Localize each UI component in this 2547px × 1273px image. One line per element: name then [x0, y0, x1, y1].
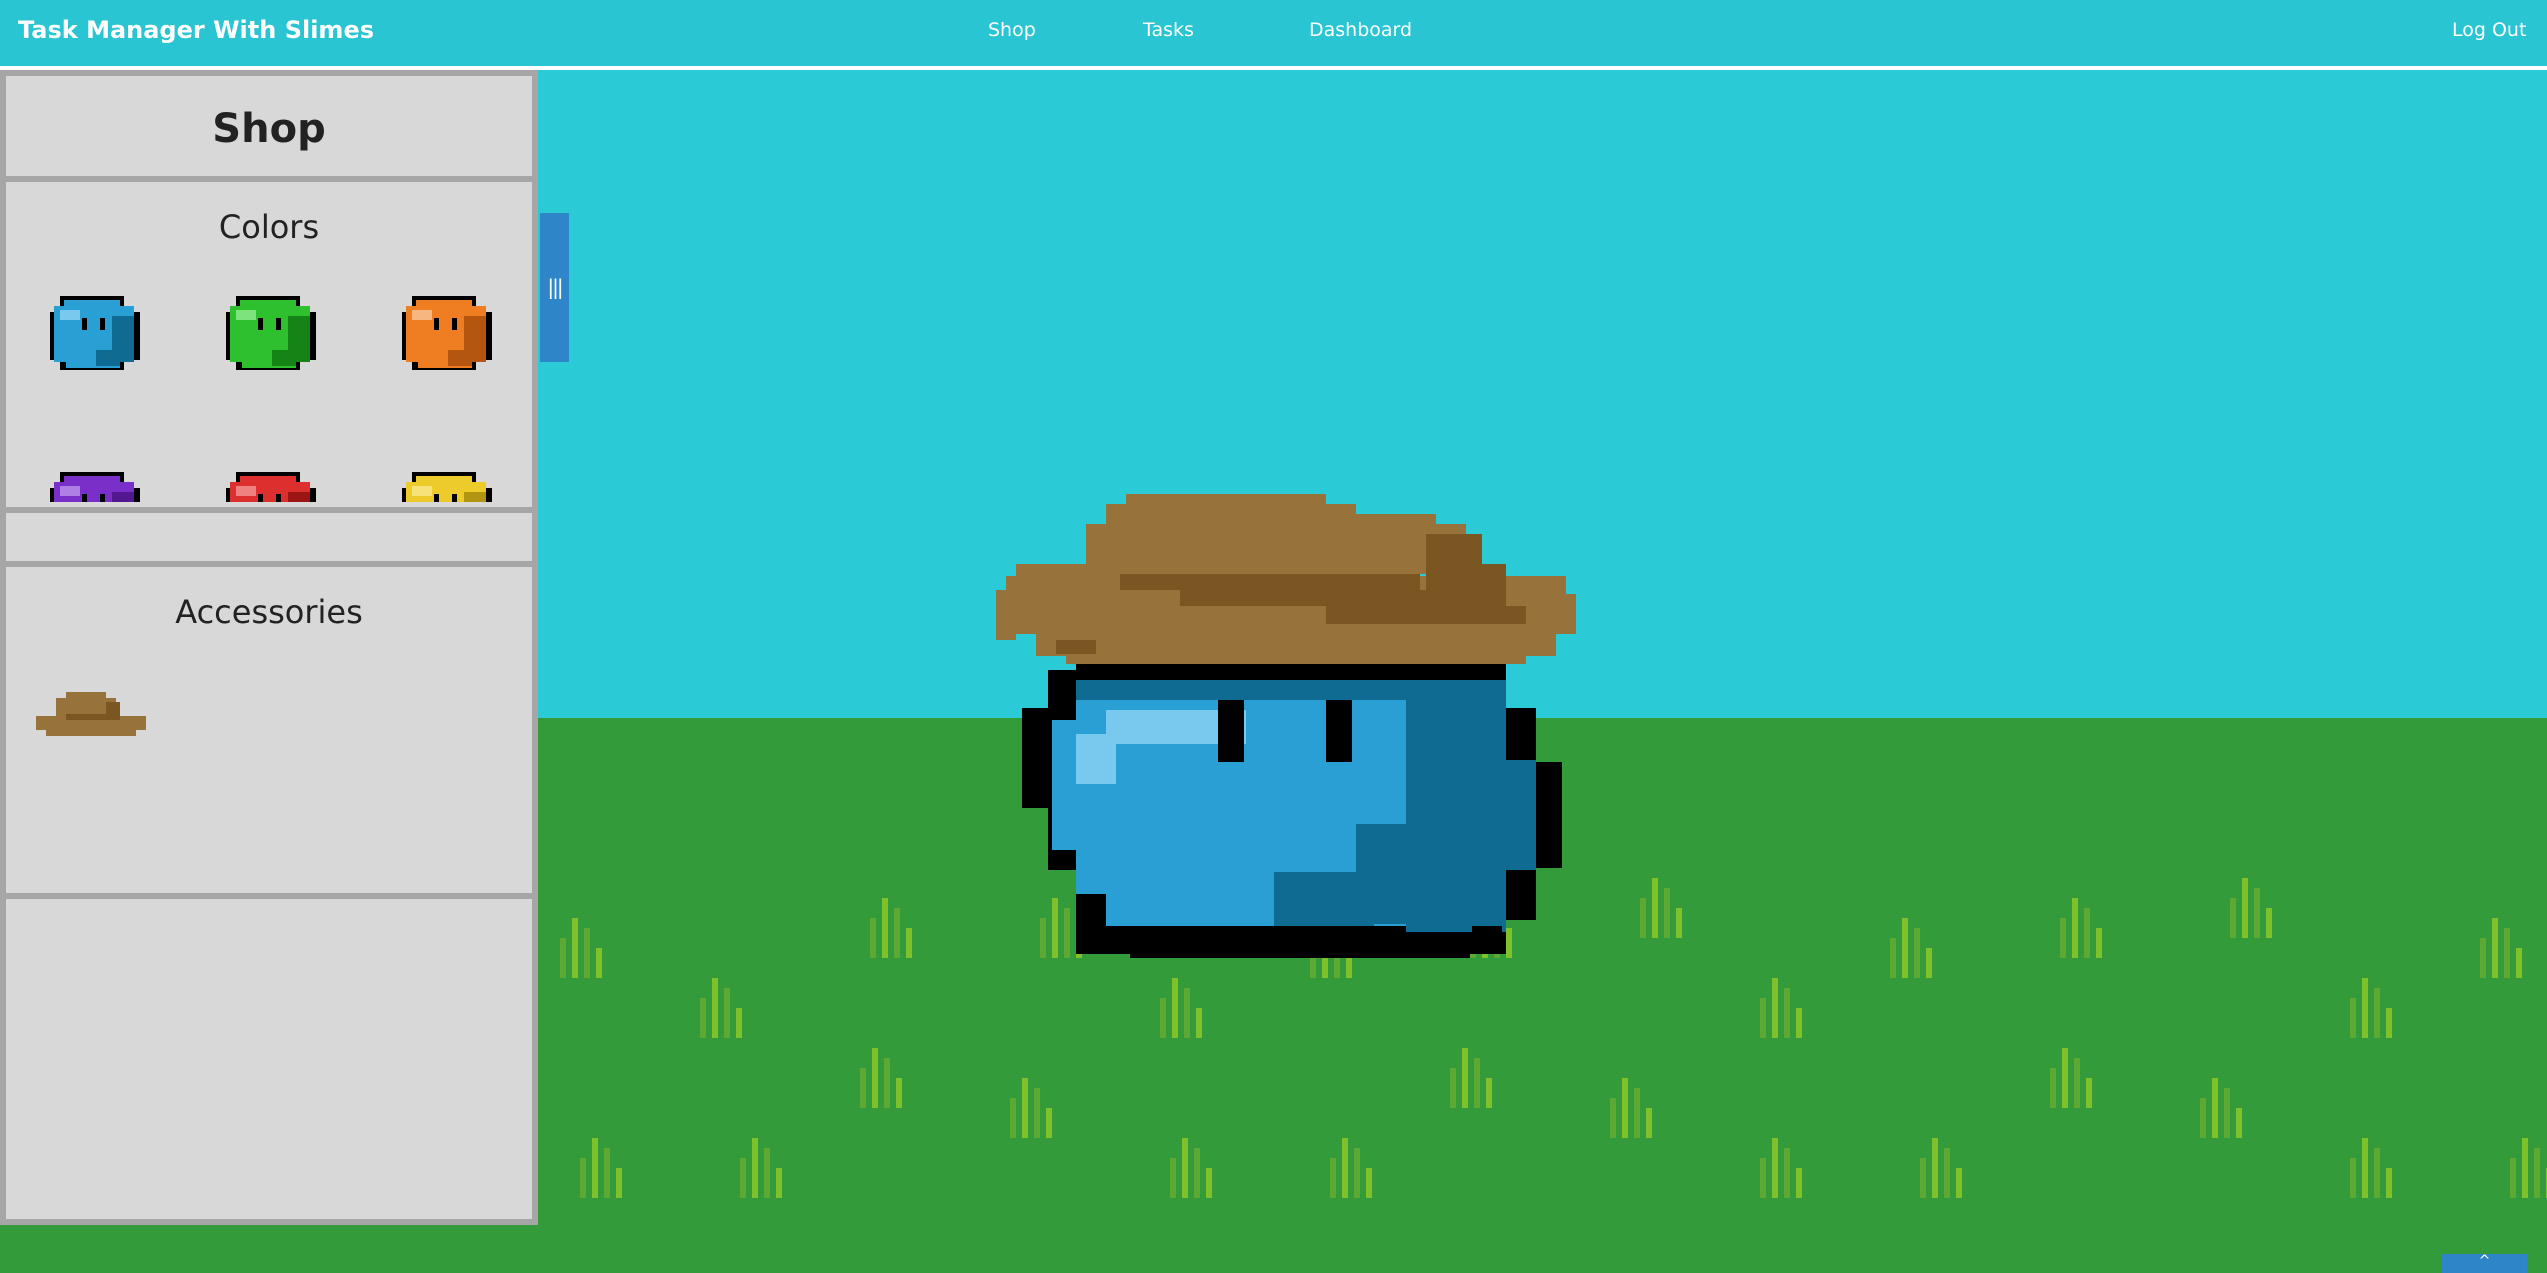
- grass-tuft: [1920, 1138, 1962, 1198]
- nav-tasks-link[interactable]: Tasks: [1143, 19, 1194, 41]
- empty-panel-section: [6, 899, 532, 1219]
- color-swatch-green[interactable]: [222, 292, 322, 372]
- grass-tuft: [1010, 1078, 1052, 1138]
- shop-header: Shop: [6, 76, 532, 176]
- colors-scroll-area[interactable]: [6, 513, 532, 561]
- shop-panel: Shop Colors Accessories: [0, 70, 538, 1225]
- slime-right-eye: [1326, 700, 1352, 762]
- colors-title: Colors: [218, 208, 320, 246]
- app-title[interactable]: Task Manager With Slimes: [18, 16, 374, 44]
- panel-collapse-handle[interactable]: |||: [540, 213, 569, 362]
- accessories-title: Accessories: [175, 593, 363, 631]
- grass-tuft: [1760, 978, 1802, 1038]
- grass-tuft: [700, 978, 742, 1038]
- accessories-section: Accessories: [6, 567, 532, 893]
- grass-tuft: [1160, 978, 1202, 1038]
- grass-tuft: [2060, 898, 2102, 958]
- grass-tuft: [2350, 1138, 2392, 1198]
- nav-shop-link[interactable]: Shop: [988, 19, 1036, 41]
- cowboy-hat: [996, 494, 1576, 664]
- color-swatch-orange[interactable]: [398, 292, 498, 372]
- handle-grip-icon: |||: [547, 275, 563, 299]
- shop-title: Shop: [212, 106, 326, 152]
- grass-tuft: [1450, 1048, 1492, 1108]
- grass-tuft: [2510, 1138, 2547, 1198]
- grass-tuft: [1760, 1138, 1802, 1198]
- grass-tuft: [2480, 918, 2522, 978]
- color-swatch-blue[interactable]: [46, 292, 146, 372]
- grass-tuft: [2350, 978, 2392, 1038]
- color-swatch-grid: [6, 282, 532, 502]
- grass-tuft: [1640, 878, 1682, 938]
- top-navbar: Task Manager With Slimes Shop Tasks Dash…: [0, 0, 2547, 70]
- grass-tuft: [1890, 918, 1932, 978]
- colors-section: Colors: [6, 182, 532, 507]
- color-swatch-red[interactable]: [222, 468, 322, 502]
- scroll-top-button[interactable]: ^: [2442, 1254, 2527, 1273]
- color-swatch-yellow[interactable]: [398, 468, 498, 502]
- grass-tuft: [580, 1138, 622, 1198]
- grass-tuft: [1610, 1078, 1652, 1138]
- color-swatch-purple[interactable]: [46, 468, 146, 502]
- grass-tuft: [870, 898, 912, 958]
- grass-tuft: [860, 1048, 902, 1108]
- nav-dashboard-link[interactable]: Dashboard: [1309, 19, 1412, 41]
- slime-character[interactable]: [996, 494, 1576, 960]
- grass-tuft: [1170, 1138, 1212, 1198]
- logout-link[interactable]: Log Out: [2452, 19, 2526, 41]
- grass-tuft: [2050, 1048, 2092, 1108]
- grass-tuft: [560, 918, 602, 978]
- accessory-cowboy-hat[interactable]: [36, 692, 146, 742]
- grass-tuft: [2200, 1078, 2242, 1138]
- grass-tuft: [2230, 878, 2272, 938]
- grass-tuft: [1330, 1138, 1372, 1198]
- slime-left-eye: [1218, 700, 1244, 762]
- grass-tuft: [740, 1138, 782, 1198]
- chevron-up-icon: ^: [2478, 1253, 2491, 1269]
